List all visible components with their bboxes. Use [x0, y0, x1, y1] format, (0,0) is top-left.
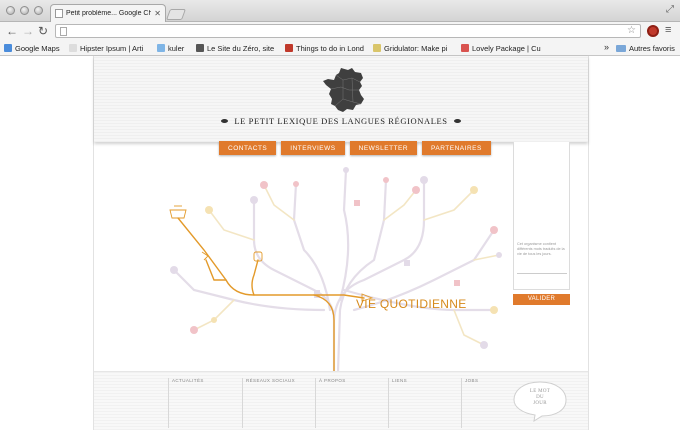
- valider-button[interactable]: VALIDER: [513, 294, 570, 305]
- site-logo-icon: [196, 44, 204, 52]
- bookmark-site-du-zero[interactable]: Le Site du Zéro, site: [196, 42, 282, 54]
- folder-icon: [616, 44, 626, 52]
- word-tree-illustration: [169, 167, 502, 372]
- address-bar[interactable]: ☆: [55, 24, 641, 38]
- extension-icon[interactable]: [647, 25, 659, 37]
- more-bookmarks-chevron-icon[interactable]: »: [604, 42, 609, 52]
- heart-icon: [461, 44, 469, 52]
- bookmark-kuler[interactable]: kuler: [157, 42, 193, 54]
- minimize-window-button[interactable]: [20, 6, 29, 15]
- fullscreen-icon[interactable]: ⤢: [666, 4, 674, 15]
- tab-title: Petit problème... Google Ch: [66, 10, 152, 17]
- ornament-dot-right: [453, 119, 461, 123]
- site-footer: ACTUALITÉS RÉSEAUX SOCIAUX À PROPOS LIEN…: [94, 371, 588, 430]
- category-vie-quotidienne[interactable]: VIE QUOTIDIENNE: [356, 297, 467, 311]
- bookmark-hipster-ipsum[interactable]: Hipster Ipsum | Arti: [69, 42, 154, 54]
- grid-logo-icon: [373, 44, 381, 52]
- bookmark-things-to-do[interactable]: Things to do in Lond: [285, 42, 369, 54]
- footer-col-jobs[interactable]: JOBS: [461, 378, 505, 428]
- mot-du-jour-bubble[interactable]: LE MOT DU JOUR: [512, 380, 568, 423]
- cloud-icon: [157, 44, 165, 52]
- close-window-button[interactable]: [6, 6, 15, 15]
- bookmark-gridulator[interactable]: Gridulator: Make pi: [373, 42, 457, 54]
- search-input-line[interactable]: [517, 273, 567, 274]
- website: LE PETIT LEXIQUE DES LANGUES RÉGIONALES …: [93, 56, 589, 430]
- site-header: LE PETIT LEXIQUE DES LANGUES RÉGIONALES: [94, 56, 588, 142]
- back-arrow-icon[interactable]: ←: [6, 24, 18, 38]
- document-icon: [69, 44, 77, 52]
- map-pin-icon: [4, 44, 12, 52]
- tab-close-icon[interactable]: ✕: [154, 9, 161, 18]
- bookmark-star-icon[interactable]: ☆: [627, 25, 636, 36]
- menu-hamburger-icon[interactable]: ≡: [665, 24, 671, 36]
- other-bookmarks-folder[interactable]: Autres favoris: [616, 42, 678, 54]
- nav-interviews-button[interactable]: INTERVIEWS: [281, 141, 345, 155]
- page-favicon-icon: [55, 9, 63, 18]
- mot-du-jour-label: LE MOT DU JOUR: [529, 389, 551, 406]
- flag-icon: [285, 44, 293, 52]
- nav-contacts-button[interactable]: CONTACTS: [219, 141, 277, 155]
- footer-col-reseaux-sociaux[interactable]: RÉSEAUX SOCIAUX: [242, 378, 312, 428]
- search-panel: Cet organisme contient différents mots t…: [513, 142, 570, 290]
- site-title: LE PETIT LEXIQUE DES LANGUES RÉGIONALES: [94, 115, 588, 126]
- zoom-window-button[interactable]: [34, 6, 43, 15]
- page-icon: [60, 27, 67, 36]
- footer-col-a-propos[interactable]: À PROPOS: [315, 378, 385, 428]
- ornament-dot-left: [221, 119, 229, 123]
- browser-titlebar: Petit problème... Google Ch ✕ ⤢: [0, 0, 680, 22]
- browser-toolbar: ← → ↻ ☆ ≡: [0, 22, 680, 40]
- footer-col-liens[interactable]: LIENS: [388, 378, 458, 428]
- bookmarks-bar: Google Maps Hipster Ipsum | Arti kuler L…: [0, 40, 680, 56]
- search-hint-text: Cet organisme contient différents mots t…: [517, 242, 565, 256]
- bookmark-google-maps[interactable]: Google Maps: [4, 42, 66, 54]
- main-navigation: CONTACTS INTERVIEWS NEWSLETTER PARTENAIR…: [219, 141, 491, 155]
- nav-newsletter-button[interactable]: NEWSLETTER: [349, 141, 418, 155]
- bookmark-lovely-package[interactable]: Lovely Package | Cu: [461, 42, 599, 54]
- new-tab-button[interactable]: [165, 9, 187, 20]
- france-map-icon: [323, 68, 364, 112]
- url-input[interactable]: [70, 26, 610, 36]
- nav-partenaires-button[interactable]: PARTENAIRES: [422, 141, 491, 155]
- forward-arrow-icon[interactable]: →: [22, 24, 34, 38]
- reload-icon[interactable]: ↻: [38, 24, 48, 38]
- footer-col-actualites[interactable]: ACTUALITÉS: [168, 378, 238, 428]
- browser-tab[interactable]: Petit problème... Google Ch ✕: [50, 4, 166, 22]
